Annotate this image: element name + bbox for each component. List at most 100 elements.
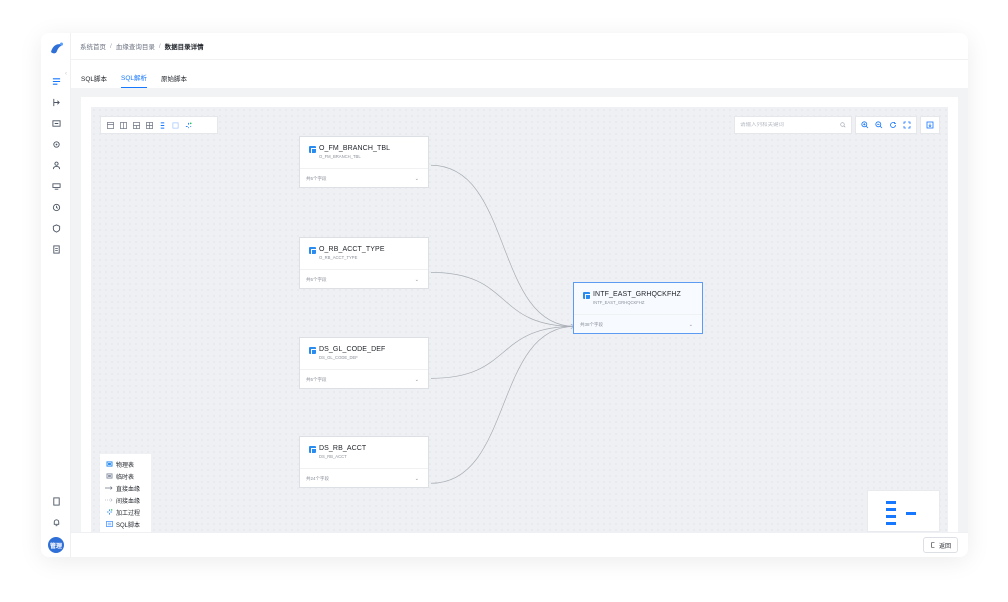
table-node[interactable]: O_RB_ACCT_TYPE O_RB_ACCT_TYPE 共5个字段 ⌄ bbox=[299, 237, 429, 289]
edge-o-rb-acct-type bbox=[430, 271, 575, 327]
minimap-node bbox=[886, 515, 896, 518]
back-button[interactable]: 返回 bbox=[922, 537, 958, 553]
shield-icon bbox=[52, 224, 60, 233]
download-control bbox=[920, 116, 940, 134]
target-table-node[interactable]: INTF_EAST_GRHQCKFHZ INTF_EAST_GRHQCKFHZ … bbox=[573, 282, 703, 334]
node-field-count: 共24个字段 bbox=[306, 475, 330, 481]
legend-item: 临时表 bbox=[105, 470, 146, 482]
node-field-toggle[interactable]: 共5个字段 ⌄ bbox=[300, 270, 428, 289]
physical-table-icon bbox=[583, 292, 591, 300]
legend-item: 直接血缘 bbox=[105, 482, 146, 494]
chevron-down-icon: ⌄ bbox=[414, 276, 419, 283]
canvas-toolbar bbox=[100, 116, 218, 134]
physical-table-icon bbox=[309, 247, 317, 255]
layout-icon[interactable] bbox=[107, 121, 114, 129]
indirect-arrow-icon bbox=[105, 497, 113, 504]
minimap-node bbox=[886, 522, 896, 525]
node-field-count: 共38个字段 bbox=[580, 321, 604, 327]
edge-ds-rb-acct bbox=[430, 326, 575, 484]
refresh-icon[interactable] bbox=[889, 121, 897, 129]
catalog-icon bbox=[52, 78, 60, 85]
legend-label: 间接血缘 bbox=[116, 498, 141, 505]
minimap-node bbox=[886, 508, 896, 511]
table-node[interactable]: DS_GL_CODE_DEF DS_GL_CODE_DEF 共5个字段 ⌄ bbox=[299, 337, 429, 389]
node-subtitle: O_FM_BRANCH_TBL bbox=[319, 154, 361, 159]
avatar[interactable]: 管理 bbox=[48, 537, 64, 553]
node-title: INTF_EAST_GRHQCKFHZ bbox=[593, 291, 681, 298]
fullscreen-icon[interactable] bbox=[903, 121, 911, 129]
footer-bar: 返回 bbox=[71, 532, 968, 557]
report-icon bbox=[52, 245, 60, 254]
breadcrumb-parent[interactable]: 血缘查询目录 bbox=[116, 41, 155, 51]
node-field-toggle[interactable]: 共24个字段 ⌄ bbox=[300, 469, 428, 488]
sidebar-item-lineage[interactable] bbox=[41, 92, 71, 113]
breadcrumb-separator: / bbox=[110, 42, 112, 50]
sidebar-item-monitor[interactable] bbox=[41, 176, 71, 197]
sidebar-item-users[interactable] bbox=[41, 155, 71, 176]
filter-icon[interactable] bbox=[172, 122, 179, 129]
align-icon[interactable] bbox=[159, 121, 166, 129]
node-field-toggle[interactable]: 共5个字段 ⌄ bbox=[300, 169, 428, 188]
app-window: 管理 系统首页 / 血缘查询目录 / 数据目录详情 ‹ SQL脚本 SQL解析 … bbox=[41, 33, 968, 557]
process-icon bbox=[105, 509, 113, 516]
grid-icon[interactable] bbox=[146, 121, 153, 129]
dataset-icon bbox=[51, 120, 61, 127]
minimap-node bbox=[886, 501, 896, 504]
logo-icon[interactable] bbox=[49, 41, 65, 57]
document-icon bbox=[52, 497, 60, 506]
canvas-toolbar-right bbox=[734, 116, 940, 134]
zoom-out-icon[interactable] bbox=[875, 121, 883, 129]
columns-icon[interactable] bbox=[120, 121, 127, 129]
node-field-toggle[interactable]: 共5个字段 ⌄ bbox=[300, 370, 428, 389]
gear-icon bbox=[52, 141, 60, 148]
legend-item: 物理表 bbox=[105, 458, 146, 470]
sidebar-item-dataset[interactable] bbox=[41, 113, 71, 134]
process-icon[interactable] bbox=[185, 121, 192, 129]
tab-sql-script[interactable]: SQL脚本 bbox=[81, 73, 107, 88]
sidebar-item-docs[interactable] bbox=[41, 491, 71, 512]
lineage-edges bbox=[430, 164, 577, 484]
table-icon[interactable] bbox=[133, 121, 140, 129]
lineage-canvas[interactable]: O_FM_BRANCH_TBL O_FM_BRANCH_TBL 共5个字段 ⌄ … bbox=[91, 107, 948, 532]
minimap-node bbox=[906, 512, 916, 515]
chevron-down-icon: ⌄ bbox=[414, 475, 419, 482]
physical-table-icon bbox=[309, 146, 317, 154]
edge-o-fm-branch-tbl bbox=[430, 164, 575, 327]
table-node[interactable]: O_FM_BRANCH_TBL O_FM_BRANCH_TBL 共5个字段 ⌄ bbox=[299, 136, 429, 188]
chevron-down-icon: ⌄ bbox=[414, 376, 419, 383]
node-field-count: 共5个字段 bbox=[306, 175, 327, 181]
legend-label: 直接血缘 bbox=[116, 486, 141, 493]
sidebar-item-settings[interactable] bbox=[41, 134, 71, 155]
node-field-toggle[interactable]: 共38个字段 ⌄ bbox=[574, 315, 702, 334]
search-input[interactable] bbox=[740, 122, 840, 128]
sidebar-item-audit[interactable] bbox=[41, 197, 71, 218]
sidebar-item-notifications[interactable] bbox=[41, 512, 71, 533]
node-title: O_RB_ACCT_TYPE bbox=[319, 246, 385, 253]
tab-sql-parse[interactable]: SQL解析 bbox=[121, 72, 148, 88]
zoom-in-icon[interactable] bbox=[861, 121, 869, 129]
node-subtitle: DS_RB_ACCT bbox=[319, 454, 347, 459]
chevron-down-icon: ⌄ bbox=[414, 175, 419, 182]
search-icon[interactable] bbox=[840, 122, 846, 128]
node-subtitle: DS_GL_CODE_DEF bbox=[319, 355, 358, 360]
breadcrumb: 系统首页 / 血缘查询目录 / 数据目录详情 bbox=[71, 33, 968, 60]
table-node[interactable]: DS_RB_ACCT DS_RB_ACCT 共24个字段 ⌄ bbox=[299, 436, 429, 488]
sidebar-item-reports[interactable] bbox=[41, 239, 71, 260]
search-field[interactable] bbox=[734, 116, 852, 134]
chevron-left-icon[interactable]: ‹ bbox=[65, 71, 67, 77]
users-icon bbox=[52, 161, 60, 170]
direct-arrow-icon bbox=[105, 485, 113, 492]
lineage-panel: O_FM_BRANCH_TBL O_FM_BRANCH_TBL 共5个字段 ⌄ … bbox=[81, 97, 958, 532]
sql-script-icon bbox=[105, 521, 113, 528]
download-icon[interactable] bbox=[926, 121, 934, 129]
minimap[interactable] bbox=[867, 490, 940, 532]
tab-bar: ‹ SQL脚本 SQL解析 原始脚本 bbox=[65, 60, 968, 88]
breadcrumb-home[interactable]: 系统首页 bbox=[80, 41, 106, 51]
sidebar-item-security[interactable] bbox=[41, 218, 71, 239]
physical-table-icon bbox=[309, 347, 317, 355]
tab-raw-script[interactable]: 原始脚本 bbox=[161, 73, 187, 88]
back-button-label: 返回 bbox=[938, 543, 951, 550]
edge-ds-gl-code-def bbox=[430, 326, 575, 379]
main-content: O_FM_BRANCH_TBL O_FM_BRANCH_TBL 共5个字段 ⌄ … bbox=[71, 88, 968, 557]
node-field-count: 共5个字段 bbox=[306, 276, 327, 282]
